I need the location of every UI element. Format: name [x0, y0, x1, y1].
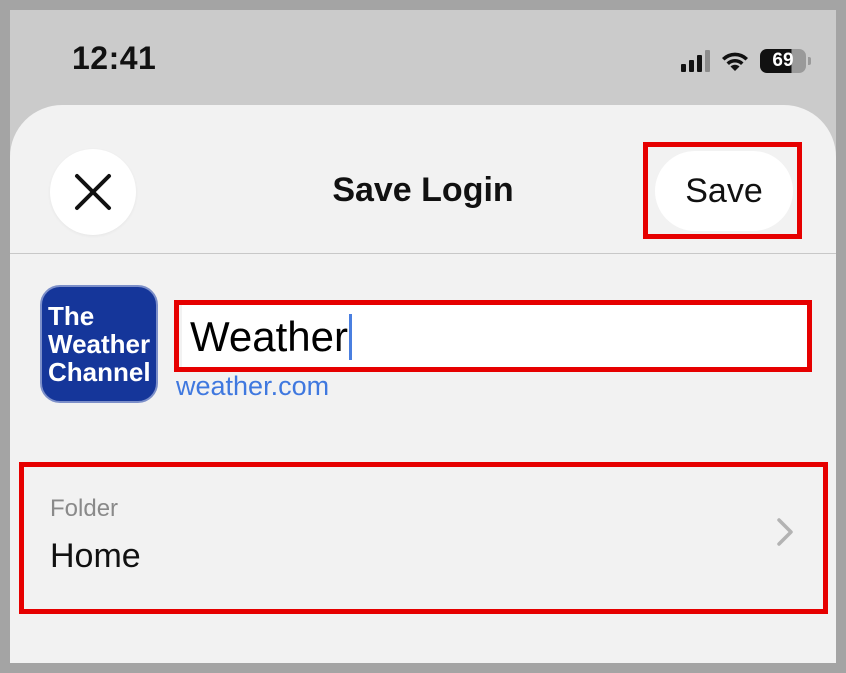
header-divider: [10, 253, 836, 254]
status-time: 12:41: [72, 40, 157, 76]
weather-channel-logo: The Weather Channel: [40, 285, 158, 403]
login-name-value: Weather: [190, 313, 348, 360]
logo-line-3: Channel: [48, 357, 151, 387]
cellular-signal-icon: [681, 50, 710, 72]
save-button-label: Save: [685, 171, 763, 210]
wifi-icon: [720, 50, 750, 72]
folder-label: Folder: [50, 495, 119, 522]
folder-value: Home: [50, 537, 141, 575]
website-domain: weather.com: [176, 371, 330, 401]
battery-icon: 69: [760, 49, 811, 73]
save-login-sheet: Save Login Save The Weather Channel Weat…: [10, 105, 836, 663]
save-button[interactable]: Save: [655, 151, 793, 231]
folder-row[interactable]: Folder Home: [24, 467, 820, 607]
chevron-right-icon: [777, 518, 793, 546]
logo-line-1: The: [48, 301, 95, 331]
battery-level: 69: [772, 50, 794, 71]
status-icons: 69: [681, 48, 811, 74]
login-name-input[interactable]: Weather: [182, 305, 807, 369]
battery-nub: [808, 57, 811, 65]
phone-screen: 12:41 69 Save Login Save The Weather Cha…: [10, 10, 836, 663]
text-caret: [348, 314, 352, 360]
logo-line-2: Weather: [48, 329, 151, 359]
